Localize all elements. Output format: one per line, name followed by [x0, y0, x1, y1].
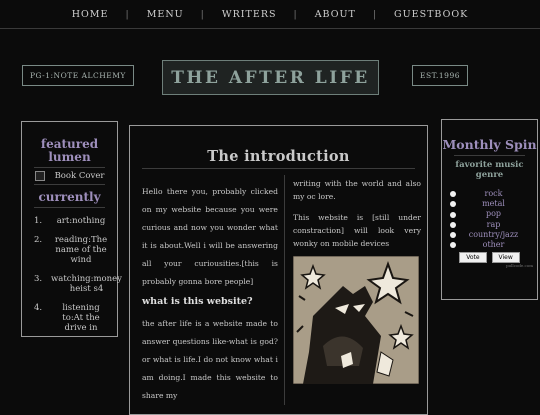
list-item: 4. listening to:At the drive in [34, 303, 111, 333]
option-label: rock [484, 189, 503, 198]
list-item: 1. art:nothing [34, 216, 111, 226]
list-item: 2. reading:The name of the wind [34, 235, 111, 265]
list-number: 3. [34, 274, 43, 284]
divider [454, 155, 525, 156]
divider [142, 168, 415, 169]
radio-button[interactable] [450, 242, 456, 249]
poll-option[interactable]: country/jazz [450, 230, 537, 240]
radio-button[interactable] [450, 191, 456, 198]
option-label: other [482, 240, 505, 250]
list-text: reading:The name of the wind [54, 235, 108, 265]
about-paragraph: the after life is a website made to answ… [142, 319, 278, 400]
notice-paragraph: This website is [still under constractio… [292, 213, 421, 248]
broken-image-icon [34, 171, 45, 181]
currently-title: currently [38, 190, 101, 204]
poll-option[interactable]: rap [450, 220, 537, 230]
list-number: 4. [34, 303, 43, 313]
poll-credit[interactable]: pollcode.com [442, 263, 537, 268]
radio-button[interactable] [450, 231, 456, 238]
list-text: art:nothing [56, 216, 106, 226]
nav-writers[interactable]: WRITERS [205, 9, 294, 20]
list-text: listening to:At the drive in [62, 303, 100, 333]
view-button[interactable]: View [491, 252, 520, 264]
nav-menu[interactable]: MENU [130, 9, 201, 20]
poll-option[interactable]: metal [450, 199, 537, 209]
book-cover-image: Book Cover [22, 171, 117, 181]
option-label: pop [485, 209, 502, 219]
option-label: country/jazz [468, 229, 519, 239]
character-artwork [292, 255, 420, 385]
established-tag: EST.1996 [412, 65, 468, 86]
intro-paragraph: Hello there you, probably clicked on my … [142, 187, 278, 286]
list-number: 1. [34, 216, 43, 226]
book-cover-alt: Book Cover [54, 171, 105, 181]
divider [34, 207, 105, 208]
poll-options: rock metal pop rap country/jazz other [442, 189, 537, 250]
poll-question: favorite music genre [455, 160, 524, 180]
list-text: watching:money heist s4 [51, 274, 122, 294]
poll-option[interactable]: pop [450, 209, 537, 219]
left-sidebar: featured lumen Book Cover currently 1. ar… [21, 121, 122, 337]
poll-sidebar: Monthly Spin favorite music genre rock m… [441, 119, 538, 300]
currently-list: 1. art:nothing 2. reading:The name of the … [22, 216, 122, 333]
page-tag: PG-1:NOTE ALCHEMY [22, 65, 134, 86]
list-number: 2. [34, 235, 43, 245]
text-column-left: Hello there you, probably clicked on my … [130, 175, 285, 405]
radio-button[interactable] [450, 201, 456, 208]
nav-home[interactable]: HOME [55, 9, 126, 20]
continued-paragraph: writing with the world and also my oc lo… [292, 179, 421, 201]
poll-buttons: Vote View [442, 252, 537, 264]
divider [34, 184, 105, 185]
divider [34, 167, 105, 168]
option-label: metal [482, 199, 505, 209]
list-item: 3. watching:money heist s4 [34, 274, 122, 294]
nav-about[interactable]: ABOUT [298, 9, 373, 20]
option-label: rap [486, 219, 501, 229]
site-title: THE AFTER LIFE [162, 60, 379, 95]
section-heading: what is this website? [142, 296, 253, 307]
radio-button[interactable] [450, 221, 456, 228]
vote-button[interactable]: Vote [459, 252, 487, 264]
monthly-spin-title: Monthly Spin [442, 137, 537, 152]
radio-button[interactable] [450, 211, 456, 218]
main-content[interactable]: The introduction Hello there you, probab… [129, 125, 428, 415]
featured-title: featured lumen [40, 137, 99, 164]
poll-option[interactable]: other [450, 240, 537, 250]
poll-option[interactable]: rock [450, 189, 537, 199]
top-nav: HOME | MENU | WRITERS | ABOUT | GUESTBOO… [0, 0, 540, 29]
nav-guestbook[interactable]: GUESTBOOK [377, 9, 485, 20]
text-column-right: writing with the world and also my oc lo… [285, 175, 427, 405]
intro-title: The introduction [207, 148, 350, 165]
